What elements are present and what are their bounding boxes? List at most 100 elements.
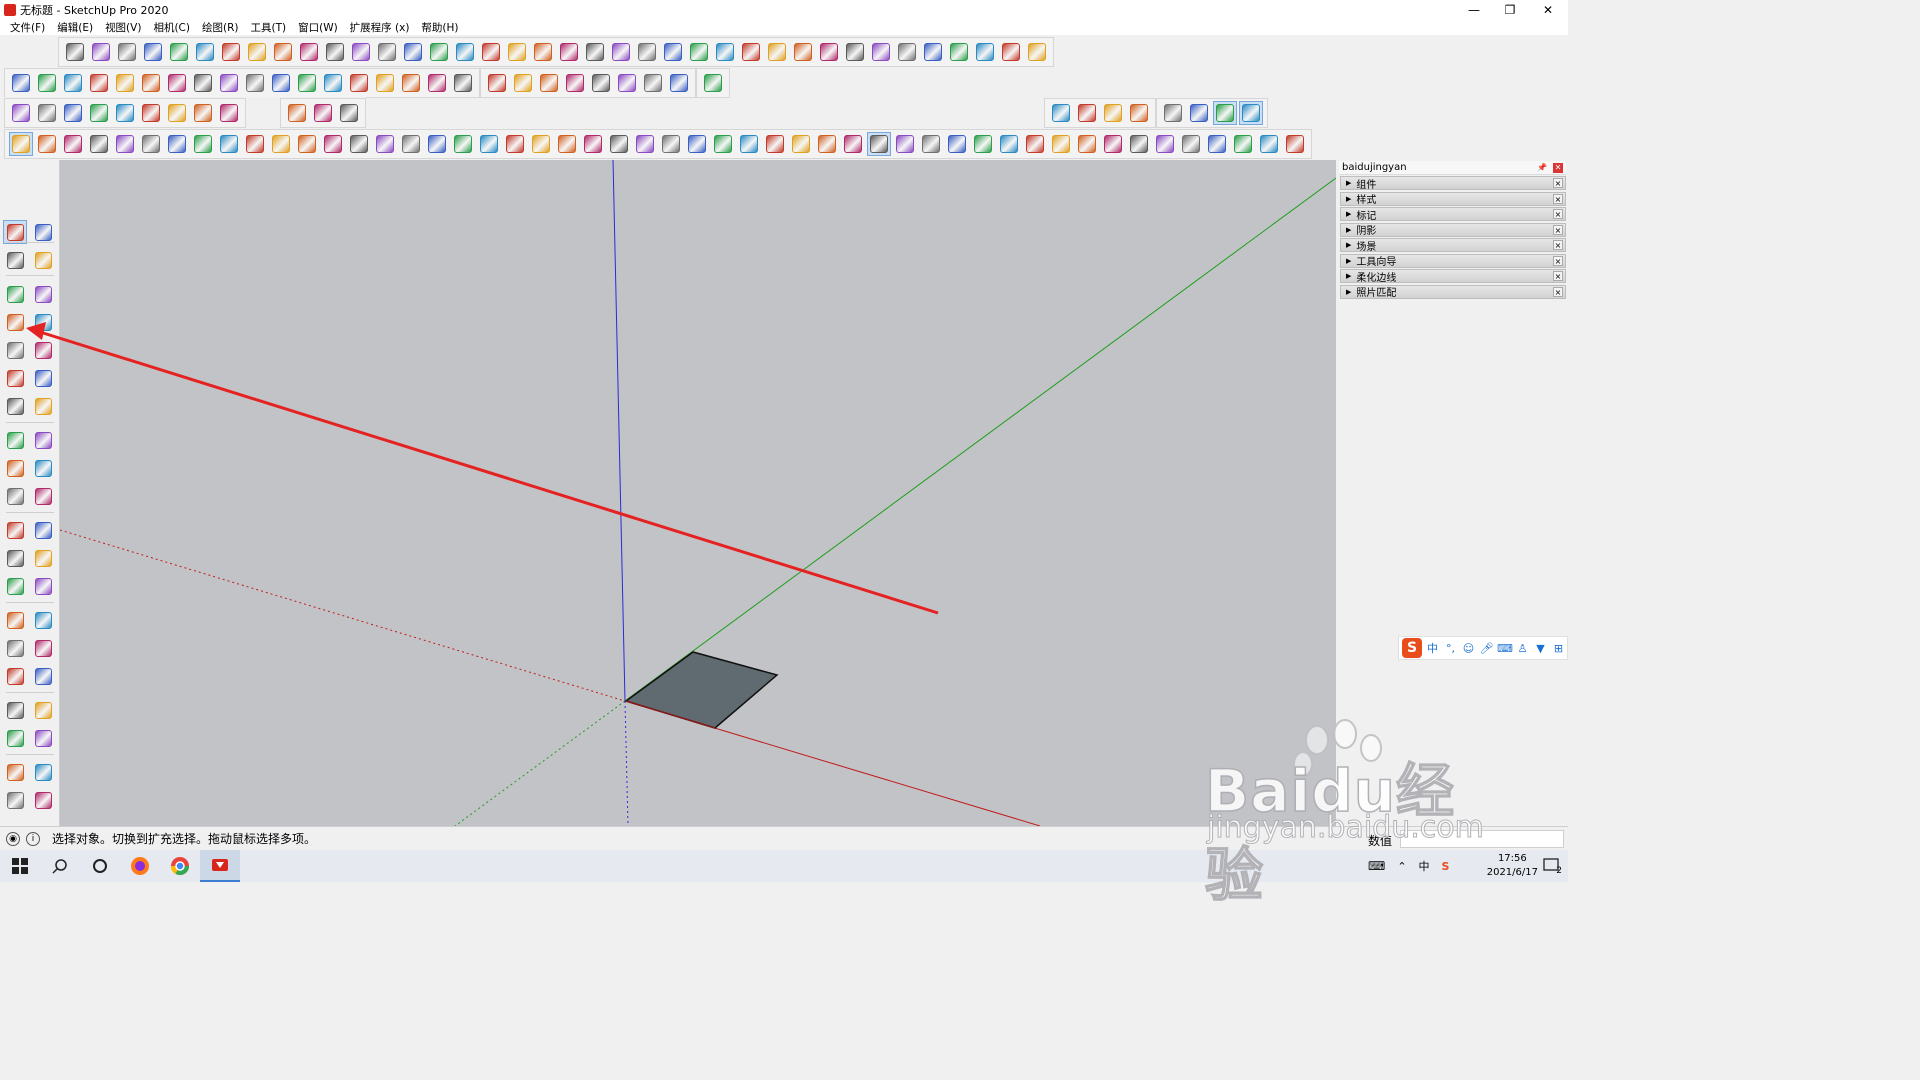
push-tool-8[interactable] <box>667 71 691 95</box>
large-toolset-tool-5[interactable] <box>113 132 137 156</box>
left-tool-34[interactable] <box>31 698 55 722</box>
sandbox-tool-29[interactable] <box>791 40 815 64</box>
left-tool-2[interactable] <box>31 220 55 244</box>
large-toolset-tool-20[interactable] <box>503 132 527 156</box>
sandbox-tool-35[interactable] <box>947 40 971 64</box>
tray-panel-2[interactable]: ▶ 样式 × <box>1340 191 1566 206</box>
search-button[interactable] <box>40 850 80 882</box>
large-toolset-tool-50[interactable] <box>1283 132 1307 156</box>
left-tool-27[interactable] <box>3 608 27 632</box>
layers-tool-4[interactable] <box>1127 101 1151 125</box>
panel-close-icon[interactable]: × <box>1553 271 1563 281</box>
misc-tool-2[interactable] <box>311 101 335 125</box>
sandbox-tool-21[interactable] <box>583 40 607 64</box>
left-tool-30[interactable] <box>31 636 55 660</box>
left-tool-5[interactable] <box>3 282 27 306</box>
curve-tool-11[interactable] <box>269 71 293 95</box>
geo-location-icon[interactable]: ◉ <box>6 831 20 846</box>
minimize-button[interactable]: — <box>1456 0 1492 19</box>
large-toolset-tool-46[interactable] <box>1179 132 1203 156</box>
left-tool-13[interactable] <box>3 394 27 418</box>
panel-close-icon[interactable]: × <box>1553 240 1563 250</box>
large-toolset-tool-35[interactable] <box>893 132 917 156</box>
curve-tool-1[interactable] <box>9 71 33 95</box>
sandbox-tool-25[interactable] <box>687 40 711 64</box>
left-tool-40[interactable] <box>31 788 55 812</box>
left-tool-20[interactable] <box>31 484 55 508</box>
sandbox-tool-11[interactable] <box>323 40 347 64</box>
panel-close-icon[interactable]: × <box>1553 193 1563 204</box>
sandbox-tool-28[interactable] <box>765 40 789 64</box>
task-view-button[interactable] <box>80 850 120 882</box>
sandbox-tool-16[interactable] <box>453 40 477 64</box>
sandbox-tool-27[interactable] <box>739 40 763 64</box>
sandbox-tool-22[interactable] <box>609 40 633 64</box>
tray-panel-3[interactable]: ▶ 标记 × <box>1340 207 1566 222</box>
camera-tool-8[interactable] <box>191 101 215 125</box>
left-tool-18[interactable] <box>31 456 55 480</box>
sandbox-tool-9[interactable] <box>271 40 295 64</box>
large-toolset-tool-18[interactable] <box>451 132 475 156</box>
large-toolset-tool-27[interactable] <box>685 132 709 156</box>
sandbox-tool-12[interactable] <box>349 40 373 64</box>
left-tool-24[interactable] <box>31 546 55 570</box>
sandbox-tool-31[interactable] <box>843 40 867 64</box>
left-tool-22[interactable] <box>31 518 55 542</box>
restore-button[interactable]: ❐ <box>1492 0 1528 19</box>
sandbox-tool-19[interactable] <box>531 40 555 64</box>
large-toolset-tool-48[interactable] <box>1231 132 1255 156</box>
left-tool-37[interactable] <box>3 760 27 784</box>
sandbox-tool-17[interactable] <box>479 40 503 64</box>
large-toolset-tool-23[interactable] <box>581 132 605 156</box>
left-tool-4[interactable] <box>31 248 55 272</box>
sandbox-tool-34[interactable] <box>921 40 945 64</box>
large-toolset-tool-10[interactable] <box>243 132 267 156</box>
push-tool-2[interactable] <box>511 71 535 95</box>
left-tool-3[interactable] <box>3 248 27 272</box>
large-toolset-tool-30[interactable] <box>763 132 787 156</box>
left-tool-23[interactable] <box>3 546 27 570</box>
misc-tool-3[interactable] <box>337 101 361 125</box>
curve-tool-10[interactable] <box>243 71 267 95</box>
sandbox-tool-32[interactable] <box>869 40 893 64</box>
left-tool-7[interactable] <box>3 310 27 334</box>
curve-tool-2[interactable] <box>35 71 59 95</box>
left-tool-19[interactable] <box>3 484 27 508</box>
large-toolset-tool-31[interactable] <box>789 132 813 156</box>
sogou-logo-icon[interactable]: S <box>1402 638 1422 658</box>
sandbox-tool-33[interactable] <box>895 40 919 64</box>
menu-extensions[interactable]: 扩展程序 (x) <box>344 20 416 35</box>
panel-close-icon[interactable]: × <box>1553 255 1563 266</box>
large-toolset-tool-1[interactable] <box>9 132 33 156</box>
sandbox-tool-1[interactable] <box>63 40 87 64</box>
sandbox-tool-24[interactable] <box>661 40 685 64</box>
sandbox-tool-2[interactable] <box>89 40 113 64</box>
sandbox-tool-4[interactable] <box>141 40 165 64</box>
large-toolset-tool-19[interactable] <box>477 132 501 156</box>
view-tool-4[interactable] <box>1239 101 1263 125</box>
large-toolset-tool-2[interactable] <box>35 132 59 156</box>
large-toolset-tool-49[interactable] <box>1257 132 1281 156</box>
large-toolset-tool-39[interactable] <box>997 132 1021 156</box>
menu-help[interactable]: 帮助(H) <box>415 20 464 35</box>
large-toolset-tool-12[interactable] <box>295 132 319 156</box>
left-tool-33[interactable] <box>3 698 27 722</box>
sandbox-tool-14[interactable] <box>401 40 425 64</box>
pin-icon[interactable]: 📌 <box>1537 163 1547 172</box>
left-tool-6[interactable] <box>31 282 55 306</box>
notification-button[interactable]: 2 <box>1542 856 1562 876</box>
push-tool-5[interactable] <box>589 71 613 95</box>
tray-panel-8[interactable]: ▶ 照片匹配 × <box>1340 284 1566 299</box>
large-toolset-tool-36[interactable] <box>919 132 943 156</box>
sandbox-tool-8[interactable] <box>245 40 269 64</box>
large-toolset-tool-38[interactable] <box>971 132 995 156</box>
sandbox-tool-18[interactable] <box>505 40 529 64</box>
large-toolset-tool-17[interactable] <box>425 132 449 156</box>
layers-tool-3[interactable] <box>1101 101 1125 125</box>
tray-panel-6[interactable]: ▶ 工具向导 × <box>1340 253 1566 268</box>
sandbox-tool-15[interactable] <box>427 40 451 64</box>
left-tool-31[interactable] <box>3 664 27 688</box>
curve-tool-3[interactable] <box>61 71 85 95</box>
large-toolset-tool-4[interactable] <box>87 132 111 156</box>
large-toolset-tool-21[interactable] <box>529 132 553 156</box>
